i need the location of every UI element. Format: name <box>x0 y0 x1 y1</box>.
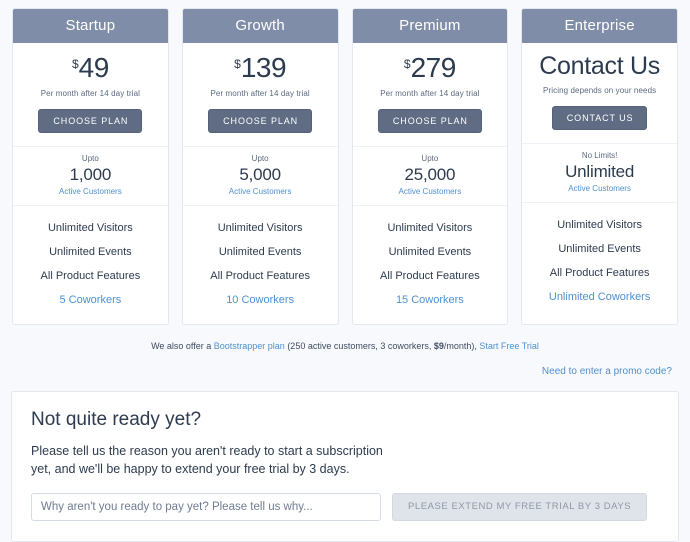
plan-card-enterprise: Enterprise Contact Us Pricing depends on… <box>521 8 678 325</box>
plan-card-startup: Startup $49 Per month after 14 day trial… <box>12 8 169 325</box>
plan-quota-premium: Upto 25,000 Active Customers <box>352 147 508 206</box>
quota-qualifier: Upto <box>81 154 99 163</box>
feature-item: All Product Features <box>210 269 310 282</box>
choose-plan-button-growth[interactable]: CHOOSE PLAN <box>208 109 313 133</box>
plan-price-subtext: Per month after 14 day trial <box>380 89 480 98</box>
feature-item: All Product Features <box>549 266 650 279</box>
quota-qualifier: No Limits! <box>581 151 618 160</box>
feature-item: Unlimited Visitors <box>47 221 133 234</box>
note-details-close: /month), <box>443 340 480 351</box>
promo-code-link[interactable]: Need to enter a promo code? <box>542 366 672 377</box>
pricing-plans-grid: Startup $49 Per month after 14 day trial… <box>0 0 690 325</box>
feature-item: Unlimited Events <box>218 245 302 258</box>
plan-name-growth: Growth <box>182 9 338 43</box>
plan-price-premium: $279 <box>359 54 502 82</box>
feature-item: Unlimited Visitors <box>387 221 473 234</box>
start-free-trial-link[interactable]: Start Free Trial <box>479 341 539 351</box>
price-amount: 279 <box>410 52 457 83</box>
feature-item: Unlimited Visitors <box>557 218 643 231</box>
plan-name-premium: Premium <box>352 9 508 43</box>
plan-price-subtext: Per month after 14 day trial <box>40 89 141 98</box>
plan-card-premium: Premium $279 Per month after 14 day tria… <box>351 8 509 325</box>
quota-label: Active Customers <box>398 186 462 196</box>
quota-value: 1,000 <box>69 165 112 184</box>
feature-item: Unlimited Visitors <box>217 221 303 234</box>
panel-title: Not quite ready yet? <box>31 408 202 430</box>
plan-price-block-premium: $279 Per month after 14 day trial CHOOSE… <box>352 43 508 147</box>
feature-item: Unlimited Events <box>558 242 641 255</box>
plan-card-growth: Growth $139 Per month after 14 day trial… <box>181 8 339 325</box>
plan-features-growth: Unlimited Visitors Unlimited Events All … <box>183 206 338 324</box>
note-prefix: We also offer a <box>151 340 214 351</box>
plan-name-startup: Startup <box>13 9 168 43</box>
currency-symbol: $ <box>234 57 241 71</box>
plan-quota-enterprise: No Limits! Unlimited Active Customers <box>522 144 677 203</box>
quota-value: 5,000 <box>239 165 281 184</box>
plan-quota-startup: Upto 1,000 Active Customers <box>13 147 168 206</box>
price-amount: 139 <box>240 52 287 83</box>
coworkers-count: Unlimited Coworkers <box>548 290 651 303</box>
quota-qualifier: Upto <box>421 154 439 163</box>
price-amount: 49 <box>78 52 110 83</box>
plan-name-enterprise: Enterprise <box>522 9 677 43</box>
promo-code-row: Need to enter a promo code? <box>0 351 690 377</box>
not-ready-panel: Not quite ready yet? Please tell us the … <box>11 390 679 542</box>
extend-trial-form: PLEASE EXTEND MY FREE TRIAL BY 3 DAYS <box>31 492 659 521</box>
reason-input[interactable] <box>31 492 381 521</box>
quota-value: 25,000 <box>404 165 456 184</box>
quota-label: Active Customers <box>568 183 631 193</box>
panel-description: Please tell us the reason you aren't rea… <box>31 443 383 476</box>
quota-label: Active Customers <box>228 186 292 196</box>
plan-price-block-growth: $139 Per month after 14 day trial CHOOSE… <box>182 43 338 147</box>
plan-features-enterprise: Unlimited Visitors Unlimited Events All … <box>522 203 677 321</box>
feature-item: All Product Features <box>40 269 141 282</box>
feature-item: Unlimited Events <box>49 245 132 258</box>
plan-price-subtext: Pricing depends on your needs <box>543 86 657 95</box>
bootstrapper-plan-link[interactable]: Bootstrapper plan <box>214 341 285 351</box>
extend-trial-button[interactable]: PLEASE EXTEND MY FREE TRIAL BY 3 DAYS <box>392 492 648 521</box>
contact-us-button[interactable]: CONTACT US <box>551 106 648 130</box>
plan-price-enterprise: Contact Us <box>528 54 671 79</box>
coworkers-count: 5 Coworkers <box>59 293 122 306</box>
feature-item: All Product Features <box>380 269 480 282</box>
plan-features-premium: Unlimited Visitors Unlimited Events All … <box>353 206 508 324</box>
choose-plan-button-premium[interactable]: CHOOSE PLAN <box>377 109 482 133</box>
bootstrapper-price: $9 <box>433 340 444 351</box>
feature-item: Unlimited Events <box>388 245 472 258</box>
coworkers-count: 15 Coworkers <box>395 293 464 306</box>
quota-value: Unlimited <box>565 162 635 181</box>
plan-price-startup: $49 <box>19 54 162 82</box>
price-amount: Contact Us <box>539 52 660 80</box>
quota-label: Active Customers <box>59 186 122 196</box>
bootstrapper-note: We also offer a Bootstrapper plan (250 a… <box>0 325 690 351</box>
quota-qualifier: Upto <box>251 154 269 163</box>
coworkers-count: 10 Coworkers <box>226 293 295 306</box>
plan-quota-growth: Upto 5,000 Active Customers <box>182 147 338 206</box>
plan-price-block-startup: $49 Per month after 14 day trial CHOOSE … <box>13 43 168 147</box>
plan-price-subtext: Per month after 14 day trial <box>210 89 310 98</box>
currency-symbol: $ <box>403 57 411 71</box>
choose-plan-button-startup[interactable]: CHOOSE PLAN <box>38 109 143 133</box>
currency-symbol: $ <box>71 57 79 71</box>
plan-features-startup: Unlimited Visitors Unlimited Events All … <box>13 206 168 324</box>
plan-price-growth: $139 <box>189 54 332 82</box>
note-details-open: (250 active customers, 3 coworkers, <box>284 340 434 351</box>
plan-price-block-enterprise: Contact Us Pricing depends on your needs… <box>522 43 677 144</box>
